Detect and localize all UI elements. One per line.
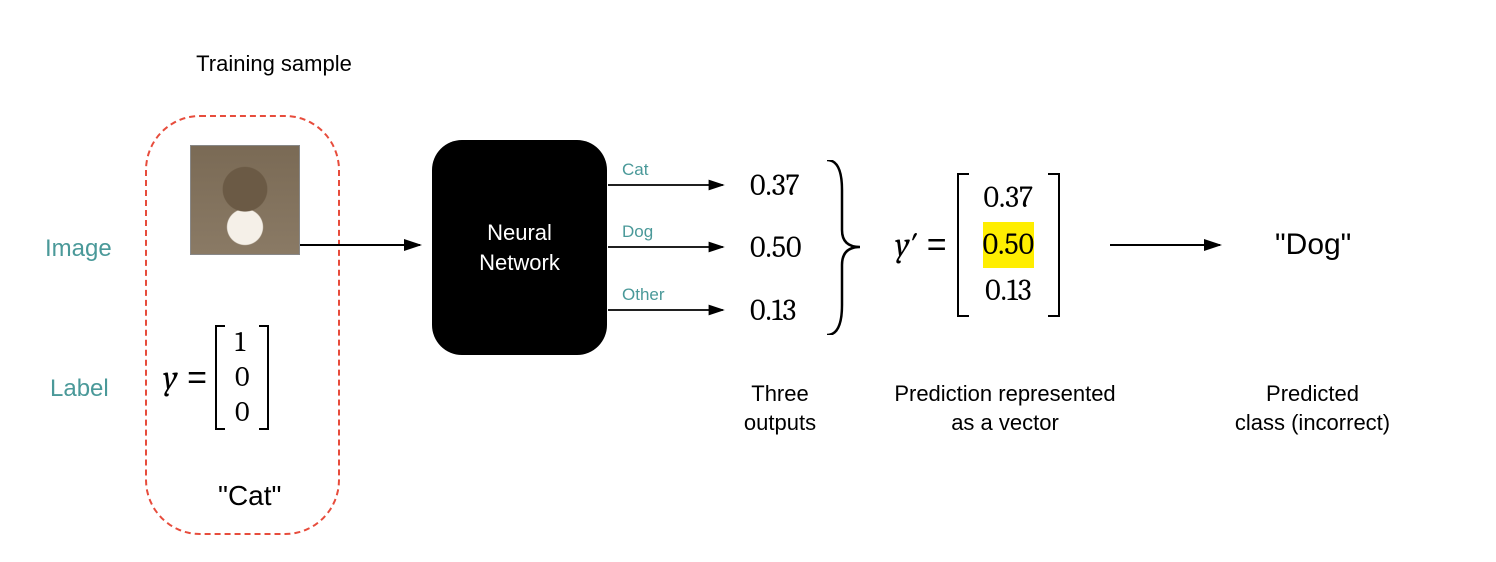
output-value: 0.13 (750, 293, 796, 328)
y-true-class: "Cat" (218, 480, 281, 512)
y-true-values: 1 0 0 (233, 325, 251, 430)
arrow-image-to-nn (300, 235, 435, 255)
predicted-class: "Dog" (1275, 228, 1351, 262)
right-bracket-icon (1048, 173, 1060, 317)
pred-class-caption: Predictedclass (incorrect) (1205, 380, 1420, 437)
image-label: Image (45, 235, 112, 263)
y-pred-values: 0.37 0.50 0.13 (979, 173, 1038, 317)
y-true-value: 1 (235, 325, 249, 360)
output-class-label: Dog (622, 222, 653, 242)
right-bracket-icon (259, 325, 269, 430)
arrow-to-predicted (1110, 235, 1235, 255)
sample-image (190, 145, 300, 255)
y-true-equation: y = 1 0 0 (163, 325, 269, 430)
left-bracket-icon (215, 325, 225, 430)
right-brace-icon (822, 160, 867, 335)
three-outputs-caption: Threeoutputs (715, 380, 845, 437)
y-true-value: 0 (235, 395, 249, 430)
left-bracket-icon (957, 173, 969, 317)
output-value: 0.37 (750, 168, 800, 203)
y-true-value: 0 (235, 360, 249, 395)
y-pred-eq-sign: = (927, 226, 947, 264)
y-pred-equation: y′ = 0.37 0.50 0.13 (895, 173, 1060, 317)
y-pred-value: 0.13 (983, 268, 1034, 315)
neural-network-label: NeuralNetwork (479, 218, 560, 277)
training-sample-label: Training sample (184, 50, 364, 79)
y-pred-value-highlighted: 0.50 (983, 222, 1034, 269)
neural-network-box: NeuralNetwork (432, 140, 607, 355)
output-class-label: Other (622, 285, 665, 305)
y-pred-var: y′ (895, 225, 917, 265)
pred-vector-caption: Prediction representedas a vector (875, 380, 1135, 437)
output-value: 0.50 (750, 230, 801, 265)
y-pred-value: 0.37 (983, 175, 1034, 222)
y-true-eq-sign: = (187, 359, 207, 397)
label-label: Label (50, 375, 109, 403)
output-class-label: Cat (622, 160, 648, 180)
y-true-var: y (163, 358, 178, 398)
